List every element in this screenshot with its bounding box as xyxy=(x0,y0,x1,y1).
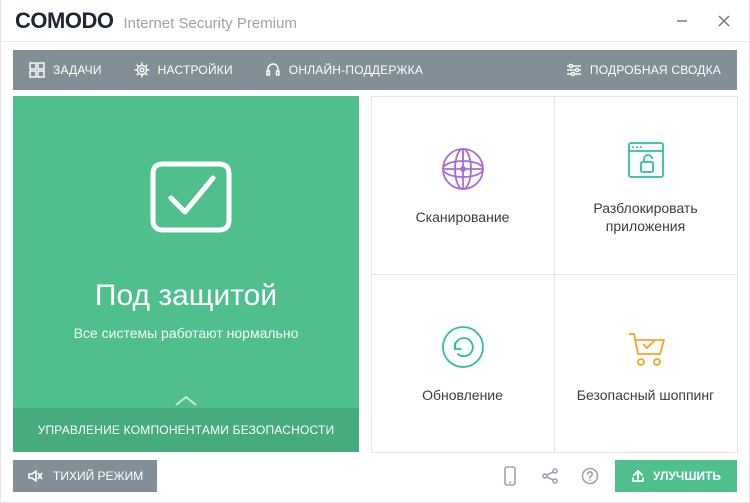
gear-icon xyxy=(134,62,150,78)
toolbar-settings[interactable]: НАСТРОЙКИ xyxy=(118,50,249,90)
titlebar: COMODO Internet Security Premium xyxy=(1,0,749,42)
close-button[interactable] xyxy=(703,0,745,42)
checkmark-icon xyxy=(131,142,241,252)
tile-shopping-label: Безопасный шоппинг xyxy=(567,386,724,404)
footer: ТИХИЙ РЕЖИМ УЛУЧШИТЬ xyxy=(1,460,749,502)
share-icon xyxy=(541,467,559,485)
checkmark-badge xyxy=(131,142,241,257)
toolbar-support[interactable]: ОНЛАЙН-ПОДДЕРЖКА xyxy=(249,50,439,90)
upgrade-button[interactable]: УЛУЧШИТЬ xyxy=(615,460,737,492)
manage-components-label: УПРАВЛЕНИЕ КОМПОНЕНТАМИ БЕЗОПАСНОСТИ xyxy=(38,423,335,437)
tile-unblock-label: Разблокировать приложения xyxy=(555,199,737,235)
mobile-button[interactable] xyxy=(495,461,525,491)
brand-logo: COMODO xyxy=(15,8,113,34)
toolbar-detailed[interactable]: ПОДРОБНАЯ СВОДКА xyxy=(550,50,737,90)
manage-components-button[interactable]: УПРАВЛЕНИЕ КОМПОНЕНТАМИ БЕЗОПАСНОСТИ xyxy=(13,408,359,452)
headset-icon xyxy=(265,62,281,78)
share-button[interactable] xyxy=(535,461,565,491)
mobile-icon xyxy=(502,466,518,486)
brand: COMODO Internet Security Premium xyxy=(15,8,297,34)
tile-unblock[interactable]: Разблокировать приложения xyxy=(554,96,738,275)
shopping-icon xyxy=(621,322,671,372)
update-icon xyxy=(438,322,488,372)
help-icon xyxy=(581,467,599,485)
app-window: COMODO Internet Security Premium ЗАДАЧИ xyxy=(0,0,750,503)
tile-scan-label: Сканирование xyxy=(406,208,520,226)
toolbar-tasks[interactable]: ЗАДАЧИ xyxy=(13,50,118,90)
tile-update[interactable]: Обновление xyxy=(371,274,555,453)
sliders-icon xyxy=(566,62,582,78)
unlock-icon xyxy=(621,135,671,185)
scan-icon xyxy=(438,144,488,194)
tile-update-label: Обновление xyxy=(412,386,513,404)
minimize-button[interactable] xyxy=(661,0,703,42)
product-name: Internet Security Premium xyxy=(123,15,296,32)
silent-mode-label: ТИХИЙ РЕЖИМ xyxy=(53,469,143,483)
toolbar-settings-label: НАСТРОЙКИ xyxy=(158,63,233,77)
toolbar: ЗАДАЧИ НАСТРОЙКИ ОНЛАЙН-ПОДДЕРЖКА xyxy=(13,50,737,90)
mute-icon xyxy=(27,468,43,484)
toolbar-detailed-label: ПОДРОБНАЯ СВОДКА xyxy=(590,63,721,77)
toolbar-tasks-label: ЗАДАЧИ xyxy=(53,63,102,77)
close-icon xyxy=(718,15,730,27)
upgrade-label: УЛУЧШИТЬ xyxy=(653,469,721,483)
upgrade-icon xyxy=(631,469,645,483)
status-title: Под защитой xyxy=(95,279,277,313)
tasks-icon xyxy=(29,62,45,78)
tile-shopping[interactable]: Безопасный шоппинг xyxy=(554,274,738,453)
toolbar-spacer xyxy=(439,50,550,90)
status-card: Под защитой Все системы работают нормаль… xyxy=(13,96,359,452)
help-button[interactable] xyxy=(575,461,605,491)
silent-mode-button[interactable]: ТИХИЙ РЕЖИМ xyxy=(13,460,157,492)
status-subtitle: Все системы работают нормально xyxy=(74,325,299,341)
chevron-up-icon xyxy=(173,394,199,408)
content: Под защитой Все системы работают нормаль… xyxy=(1,96,749,460)
minimize-icon xyxy=(676,15,688,27)
tiles-grid: Сканирование Разблокировать приложения xyxy=(371,96,737,452)
toolbar-support-label: ОНЛАЙН-ПОДДЕРЖКА xyxy=(289,63,423,77)
window-controls xyxy=(661,0,745,42)
tile-scan[interactable]: Сканирование xyxy=(371,96,555,275)
